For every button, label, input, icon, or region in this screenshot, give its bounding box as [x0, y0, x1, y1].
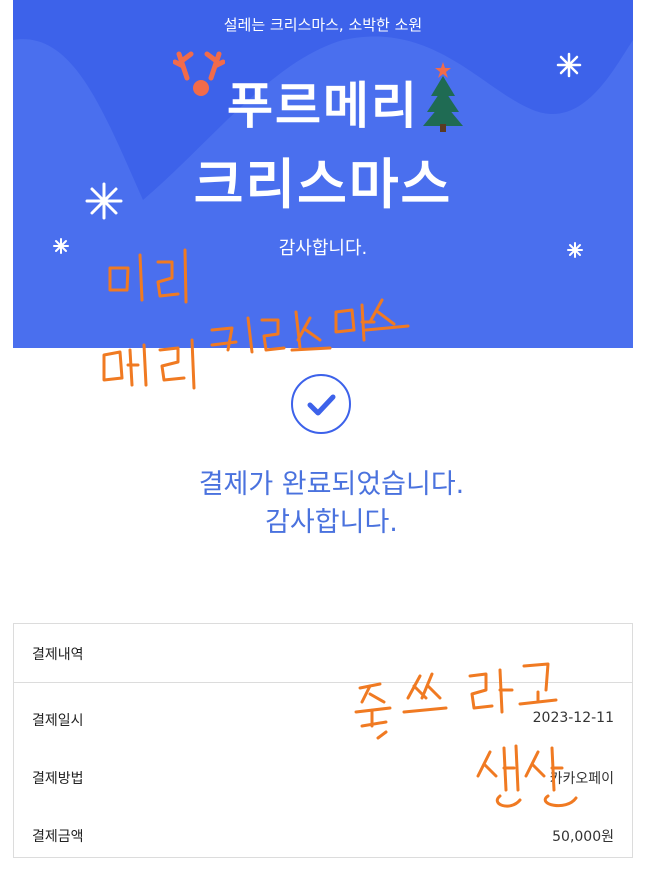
payment-method-row: 결제방법 카카오페이 — [14, 762, 632, 792]
banner-tagline: 설레는 크리스마스, 소박한 소원 — [223, 16, 423, 34]
snowflake-icon — [53, 238, 69, 254]
success-check-icon — [291, 374, 351, 434]
banner-thanks: 감사합니다. — [278, 238, 368, 259]
payment-method-label: 결제방법 — [32, 771, 84, 787]
christmas-banner: 설레는 크리스마스, 소박한 소원 푸르메리 크리스마스 감사합니다. — [13, 0, 633, 348]
snowflake-icon — [567, 242, 583, 258]
payment-date-value: 2023-12-11 — [532, 710, 614, 726]
payment-date-row: 결제일시 2023-12-11 — [14, 704, 632, 734]
payment-amount-label: 결제금액 — [32, 829, 84, 845]
snowflake-icon — [85, 182, 123, 220]
payment-amount-row: 결제금액 50,000원 — [14, 820, 632, 850]
payment-details-header: 결제내역 — [14, 624, 632, 683]
thanks-message: 감사합니다. — [265, 507, 398, 538]
banner-title-line1: 푸르메리 — [227, 77, 419, 135]
snowflake-icon — [556, 52, 582, 78]
payment-amount-value: 50,000원 — [552, 829, 614, 845]
payment-details-title: 결제내역 — [32, 647, 84, 663]
payment-details-card: 결제내역 결제일시 2023-12-11 결제방법 카카오페이 결제금액 50,… — [13, 623, 633, 858]
payment-method-value: 카카오페이 — [549, 771, 614, 787]
payment-date-label: 결제일시 — [32, 713, 84, 729]
payment-complete-message: 결제가 완료되었습니다. — [198, 469, 465, 500]
